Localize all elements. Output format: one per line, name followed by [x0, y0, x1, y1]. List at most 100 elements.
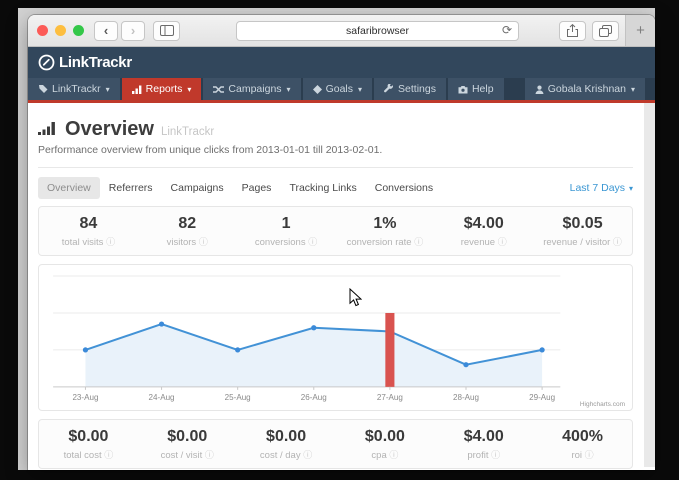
- info-icon[interactable]: ⓘ: [389, 450, 398, 460]
- stat-label: total visits: [62, 237, 104, 248]
- svg-text:27-Aug: 27-Aug: [377, 393, 403, 402]
- stat-label: roi: [571, 450, 582, 461]
- nav-label: Campaigns: [228, 83, 281, 95]
- tabs-icon: [599, 25, 612, 37]
- app-navigation: LinkTrackr ▾ Reports ▾ Campaigns ▾: [28, 78, 655, 103]
- stat-value: $4.00: [434, 215, 533, 233]
- info-icon[interactable]: ⓘ: [498, 237, 507, 247]
- camera-icon: [458, 85, 468, 94]
- caret-down-icon: ▾: [187, 85, 191, 94]
- stat-value: $0.00: [138, 428, 237, 446]
- info-icon[interactable]: ⓘ: [199, 237, 208, 247]
- bottom-stats-card: $0.00 total cost ⓘ $0.00 cost / visit ⓘ …: [38, 419, 633, 469]
- stat-value: 84: [39, 215, 138, 233]
- reload-icon[interactable]: ⟳: [502, 23, 512, 37]
- signal-bars-icon: [38, 121, 58, 135]
- stat-revenue: $4.00 revenue ⓘ: [434, 215, 533, 248]
- svg-text:28-Aug: 28-Aug: [453, 393, 479, 402]
- stat-label: conversion rate: [347, 237, 412, 248]
- info-icon[interactable]: ⓘ: [585, 450, 594, 460]
- stat-value: $4.00: [434, 428, 533, 446]
- nav-label: Settings: [398, 83, 436, 95]
- nav-item-campaigns[interactable]: Campaigns ▾: [203, 78, 300, 100]
- info-icon[interactable]: ⓘ: [491, 450, 500, 460]
- info-icon[interactable]: ⓘ: [303, 450, 312, 460]
- window-controls: [37, 25, 84, 36]
- minimize-window-button[interactable]: [55, 25, 66, 36]
- stat-visitors: 82 visitors ⓘ: [138, 215, 237, 248]
- tab-referrers[interactable]: Referrers: [100, 177, 162, 199]
- info-icon[interactable]: ⓘ: [106, 237, 115, 247]
- nav-item-reports[interactable]: Reports ▾: [122, 78, 202, 100]
- tab-pages[interactable]: Pages: [233, 177, 281, 199]
- address-bar-text: safaribrowser: [346, 25, 409, 37]
- caret-down-icon: ▾: [106, 85, 110, 94]
- svg-text:25-Aug: 25-Aug: [225, 393, 251, 402]
- info-icon[interactable]: ⓘ: [414, 237, 423, 247]
- user-menu[interactable]: Gobala Krishnan ▾: [525, 78, 645, 100]
- nav-item-linktrackr[interactable]: LinkTrackr ▾: [28, 78, 120, 100]
- info-icon[interactable]: ⓘ: [613, 237, 622, 247]
- info-icon[interactable]: ⓘ: [205, 450, 214, 460]
- nav-spacer: [506, 78, 525, 100]
- user-name: Gobala Krishnan: [548, 83, 626, 95]
- new-tab-button[interactable]: +: [625, 15, 655, 46]
- svg-text:29-Aug: 29-Aug: [529, 393, 555, 402]
- scrollbar-track[interactable]: [644, 103, 655, 467]
- info-icon[interactable]: ⓘ: [104, 450, 113, 460]
- stat-value: 400%: [533, 428, 632, 446]
- close-window-button[interactable]: [37, 25, 48, 36]
- shuffle-icon: [213, 85, 224, 94]
- stat-profit: $4.00 profit ⓘ: [434, 428, 533, 461]
- nav-label: Goals: [326, 83, 353, 95]
- svg-text:26-Aug: 26-Aug: [301, 393, 327, 402]
- chart-credit[interactable]: Highcharts.com: [580, 401, 625, 408]
- visits-chart: 23-Aug 24-Aug 25-Aug 26-Aug 27-Aug 28-Aug 29-A…: [41, 268, 630, 408]
- brand-name: LinkTrackr: [59, 54, 132, 71]
- share-icon: [567, 24, 578, 37]
- browser-window: ‹ › safaribrowser ⟳: [28, 15, 655, 470]
- nav-label: Reports: [146, 83, 183, 95]
- user-icon: [535, 85, 544, 94]
- address-bar[interactable]: safaribrowser ⟳: [236, 21, 519, 41]
- brand-logo[interactable]: LinkTrackr: [38, 54, 132, 71]
- share-button[interactable]: [559, 21, 586, 41]
- page-title-suffix: LinkTrackr: [161, 126, 214, 138]
- stat-cpa: $0.00 cpa ⓘ: [336, 428, 435, 461]
- stat-label: cost / day: [260, 450, 301, 461]
- info-icon[interactable]: ⓘ: [308, 237, 317, 247]
- nav-item-settings[interactable]: Settings: [374, 78, 446, 100]
- stat-label: revenue / visitor: [543, 237, 610, 248]
- tab-campaigns[interactable]: Campaigns: [162, 177, 233, 199]
- site-header: LinkTrackr: [28, 47, 655, 78]
- diamond-icon: [313, 85, 322, 94]
- visits-chart-card: 23-Aug 24-Aug 25-Aug 26-Aug 27-Aug 28-Aug 29-A…: [38, 264, 633, 411]
- zoom-window-button[interactable]: [73, 25, 84, 36]
- stat-label: revenue: [461, 237, 495, 248]
- caret-down-icon: ▾: [358, 85, 362, 94]
- sidebar-toggle-button[interactable]: [153, 21, 180, 41]
- stat-value: 82: [138, 215, 237, 233]
- stat-label: cost / visit: [161, 450, 203, 461]
- tab-overview[interactable]: Overview: [38, 177, 100, 199]
- svg-text:23-Aug: 23-Aug: [72, 393, 98, 402]
- date-range-dropdown[interactable]: Last 7 Days ▾: [570, 182, 633, 194]
- nav-item-goals[interactable]: Goals ▾: [303, 78, 372, 100]
- stat-value: $0.00: [237, 428, 336, 446]
- tab-tracking-links[interactable]: Tracking Links: [280, 177, 365, 199]
- tab-conversions[interactable]: Conversions: [366, 177, 442, 199]
- stat-conversion-rate: 1% conversion rate ⓘ: [336, 215, 435, 248]
- forward-button[interactable]: ›: [121, 21, 145, 41]
- nav-item-help[interactable]: Help: [448, 78, 504, 100]
- caret-down-icon: ▾: [629, 184, 633, 193]
- top-stats-card: 84 total visits ⓘ 82 visitors ⓘ 1 conver…: [38, 206, 633, 256]
- stat-cost-visit: $0.00 cost / visit ⓘ: [138, 428, 237, 461]
- stat-value: $0.05: [533, 215, 632, 233]
- svg-text:24-Aug: 24-Aug: [149, 393, 175, 402]
- stat-label: total cost: [64, 450, 102, 461]
- back-button[interactable]: ‹: [94, 21, 118, 41]
- nav-label: LinkTrackr: [52, 83, 101, 95]
- stat-cost-day: $0.00 cost / day ⓘ: [237, 428, 336, 461]
- tabs-overview-button[interactable]: [592, 21, 619, 41]
- date-range-label: Last 7 Days: [570, 182, 625, 194]
